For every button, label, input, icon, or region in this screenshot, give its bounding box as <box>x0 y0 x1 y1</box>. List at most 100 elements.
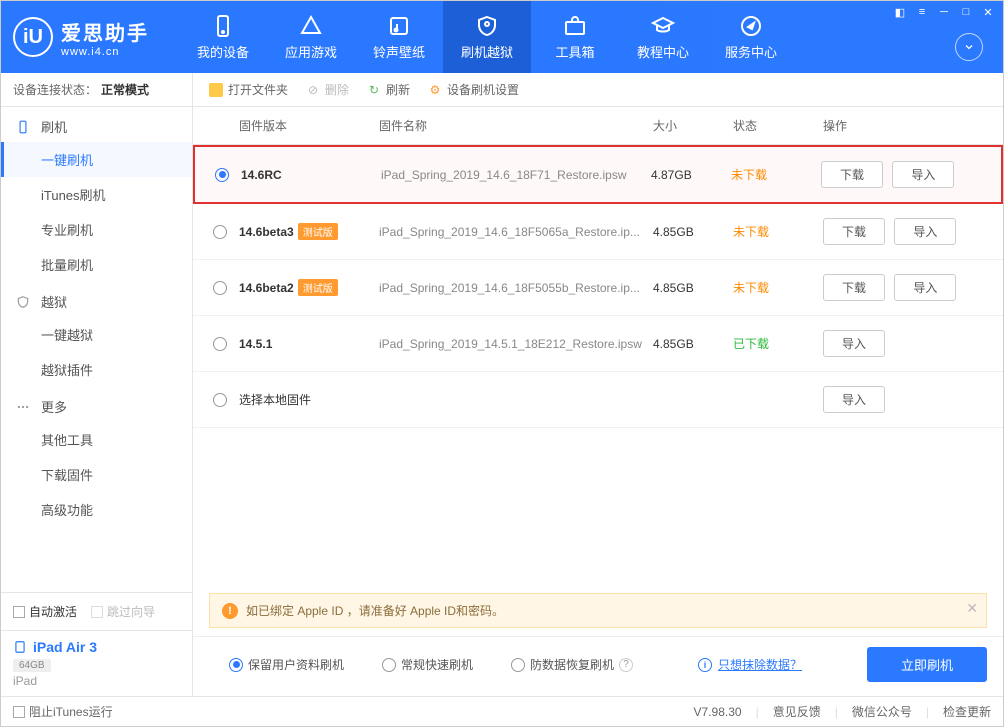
erase-link[interactable]: 只想抹除数据？ <box>718 656 802 673</box>
maximize-icon[interactable]: □ <box>957 5 975 19</box>
block-itunes-checkbox[interactable]: 阻止iTunes运行 <box>13 703 113 720</box>
sidebar-item-other-tools[interactable]: 其他工具 <box>1 422 192 457</box>
download-button[interactable]: 下载 <box>821 161 883 188</box>
warning-icon: ! <box>222 603 238 619</box>
import-button[interactable]: 导入 <box>894 218 956 245</box>
sidebar-item-download-firmware[interactable]: 下载固件 <box>1 457 192 492</box>
firmware-name: iPad_Spring_2019_14.6_18F5055b_Restore.i… <box>379 281 653 295</box>
nav-tab-tools[interactable]: 工具箱 <box>531 1 619 73</box>
minimize-icon[interactable]: ─ <box>935 5 953 19</box>
refresh-button[interactable]: ↻ 刷新 <box>367 81 410 98</box>
th-action: 操作 <box>823 117 1003 134</box>
nav-tab-service[interactable]: 服务中心 <box>707 1 795 73</box>
help-icon[interactable]: ? <box>619 658 633 672</box>
flash-opt-preserve[interactable]: 保留用户资料刷机 <box>209 656 344 673</box>
chevron-down-icon <box>963 41 975 53</box>
footer: 阻止iTunes运行 V7.98.30 | 意见反馈 | 微信公众号 | 检查更… <box>1 696 1003 726</box>
compass-icon <box>739 14 763 38</box>
skin-icon[interactable]: ◧ <box>891 5 909 19</box>
th-size: 大小 <box>653 117 733 134</box>
notice-text: 如已绑定 Apple ID ，请准备好 Apple ID和密码。 <box>246 602 504 619</box>
row-radio[interactable] <box>213 225 227 239</box>
firmware-row[interactable]: 14.6RC iPad_Spring_2019_14.6_18F71_Resto… <box>193 145 1003 204</box>
update-link[interactable]: 检查更新 <box>943 703 991 720</box>
sidebar-item-batch-flash[interactable]: 批量刷机 <box>1 247 192 282</box>
apps-icon <box>299 14 323 38</box>
local-firmware-row[interactable]: 选择本地固件 导入 <box>193 372 1003 428</box>
import-button[interactable]: 导入 <box>823 330 885 357</box>
local-firmware-label: 选择本地固件 <box>239 391 823 408</box>
download-button[interactable]: 下载 <box>823 274 885 301</box>
row-radio[interactable] <box>213 281 227 295</box>
device-name[interactable]: iPad Air 3 <box>13 639 180 655</box>
nav-tab-apps[interactable]: 应用游戏 <box>267 1 355 73</box>
gear-icon: ⚙ <box>428 83 442 97</box>
content-area: 打开文件夹 ⊘ 删除 ↻ 刷新 ⚙ 设备刷机设置 固件版本 固件名称 大小 状态… <box>193 73 1003 696</box>
toolbox-icon <box>563 14 587 38</box>
sidebar-item-pro-flash[interactable]: 专业刷机 <box>1 212 192 247</box>
import-button[interactable]: 导入 <box>823 386 885 413</box>
sidebar-item-jailbreak-plugins[interactable]: 越狱插件 <box>1 352 192 387</box>
app-logo: iU 爱思助手 www.i4.cn <box>13 17 149 58</box>
wechat-link[interactable]: 微信公众号 <box>852 703 912 720</box>
more-icon <box>15 399 31 415</box>
firmware-name: iPad_Spring_2019_14.6_18F71_Restore.ipsw <box>381 168 651 182</box>
sidebar-group-more[interactable]: 更多 <box>1 387 192 422</box>
firmware-version: 14.6beta3 <box>239 225 294 239</box>
flash-options: 保留用户资料刷机 常规快速刷机 防数据恢复刷机 ? i 只想抹除数据？ 立即刷机 <box>193 636 1003 696</box>
firmware-size: 4.85GB <box>653 281 733 295</box>
firmware-name: iPad_Spring_2019_14.5.1_18E212_Restore.i… <box>379 337 653 351</box>
skip-wizard-checkbox[interactable]: 跳过向导 <box>91 603 155 620</box>
sidebar-group-jailbreak[interactable]: 越狱 <box>1 282 192 317</box>
beta-tag: 测试版 <box>298 223 338 240</box>
nav-tab-ringtones[interactable]: 铃声壁纸 <box>355 1 443 73</box>
nav-tab-tutorials[interactable]: 教程中心 <box>619 1 707 73</box>
close-icon[interactable]: ✕ <box>979 5 997 19</box>
firmware-status: 未下载 <box>731 166 821 183</box>
nav-tab-flash[interactable]: 刷机越狱 <box>443 1 531 73</box>
shield-icon <box>475 14 499 38</box>
th-name: 固件名称 <box>379 117 653 134</box>
auto-activate-checkbox[interactable]: 自动激活 <box>13 603 77 620</box>
firmware-status: 未下载 <box>733 279 823 296</box>
info-icon: i <box>698 658 712 672</box>
flash-now-button[interactable]: 立即刷机 <box>867 647 987 682</box>
main-nav: 我的设备 应用游戏 铃声壁纸 刷机越狱 工具箱 教程中心 服务中心 <box>179 1 991 73</box>
th-status: 状态 <box>733 117 823 134</box>
sidebar-item-advanced[interactable]: 高级功能 <box>1 492 192 527</box>
import-button[interactable]: 导入 <box>892 161 954 188</box>
sidebar-item-oneclick-flash[interactable]: 一键刷机 <box>1 142 192 177</box>
version-label: V7.98.30 <box>694 705 742 719</box>
delete-button[interactable]: ⊘ 删除 <box>306 81 349 98</box>
firmware-size: 4.85GB <box>653 337 733 351</box>
download-button[interactable]: 下载 <box>823 218 885 245</box>
firmware-version: 14.5.1 <box>239 337 272 351</box>
tablet-icon <box>13 640 27 654</box>
sidebar-group-flash[interactable]: 刷机 <box>1 107 192 142</box>
firmware-row[interactable]: 14.6beta2测试版 iPad_Spring_2019_14.6_18F50… <box>193 260 1003 316</box>
firmware-version: 14.6beta2 <box>239 281 294 295</box>
logo-icon: iU <box>13 17 53 57</box>
settings-button[interactable]: ⚙ 设备刷机设置 <box>428 81 519 98</box>
notice-bar: ! 如已绑定 Apple ID ，请准备好 Apple ID和密码。 ✕ <box>209 593 987 628</box>
firmware-row[interactable]: 14.6beta3 测试版 iPad_Spring_2019_14.6_18F50… <box>193 204 1003 260</box>
firmware-name: iPad_Spring_2019_14.6_18F5065a_Restore.i… <box>379 225 653 239</box>
firmware-row[interactable]: 14.5.1 iPad_Spring_2019_14.5.1_18E212_Re… <box>193 316 1003 372</box>
storage-badge: 64GB <box>13 659 51 672</box>
dropdown-button[interactable] <box>955 33 983 61</box>
menu-icon[interactable]: ≡ <box>913 5 931 19</box>
sidebar: 设备连接状态： 正常模式 刷机 一键刷机 iTunes刷机 专业刷机 批量刷机 … <box>1 73 193 696</box>
sidebar-item-itunes-flash[interactable]: iTunes刷机 <box>1 177 192 212</box>
row-radio[interactable] <box>213 393 227 407</box>
flash-opt-normal[interactable]: 常规快速刷机 <box>362 656 473 673</box>
row-radio[interactable] <box>215 168 229 182</box>
folder-icon <box>209 83 223 97</box>
feedback-link[interactable]: 意见反馈 <box>773 703 821 720</box>
sidebar-item-oneclick-jailbreak[interactable]: 一键越狱 <box>1 317 192 352</box>
notice-close-button[interactable]: ✕ <box>966 600 978 617</box>
row-radio[interactable] <box>213 337 227 351</box>
import-button[interactable]: 导入 <box>894 274 956 301</box>
flash-opt-antirecovery[interactable]: 防数据恢复刷机 ? <box>491 656 633 673</box>
nav-tab-device[interactable]: 我的设备 <box>179 1 267 73</box>
open-folder-button[interactable]: 打开文件夹 <box>209 81 288 98</box>
